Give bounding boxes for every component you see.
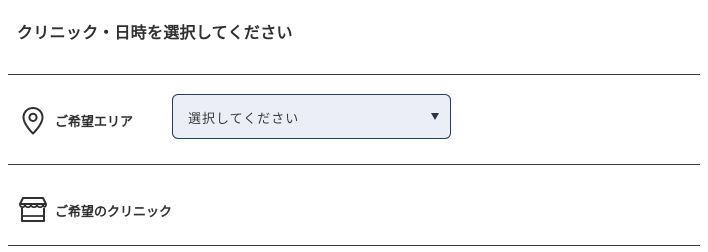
clinic-label: ご希望のクリニック [55,205,173,220]
area-select[interactable]: 選択してください [172,94,451,139]
map-pin-icon [22,107,44,135]
area-label: ご希望エリア [55,115,134,130]
area-row: ご希望エリア 選択してください [0,75,708,164]
section-title: クリニック・日時を選択してください [17,23,293,42]
area-select-value: 選択してください [188,112,300,127]
divider [8,245,700,246]
caret-down-icon [431,113,439,120]
clinic-row: ご希望のクリニック [0,165,708,245]
storefront-icon [19,197,47,222]
